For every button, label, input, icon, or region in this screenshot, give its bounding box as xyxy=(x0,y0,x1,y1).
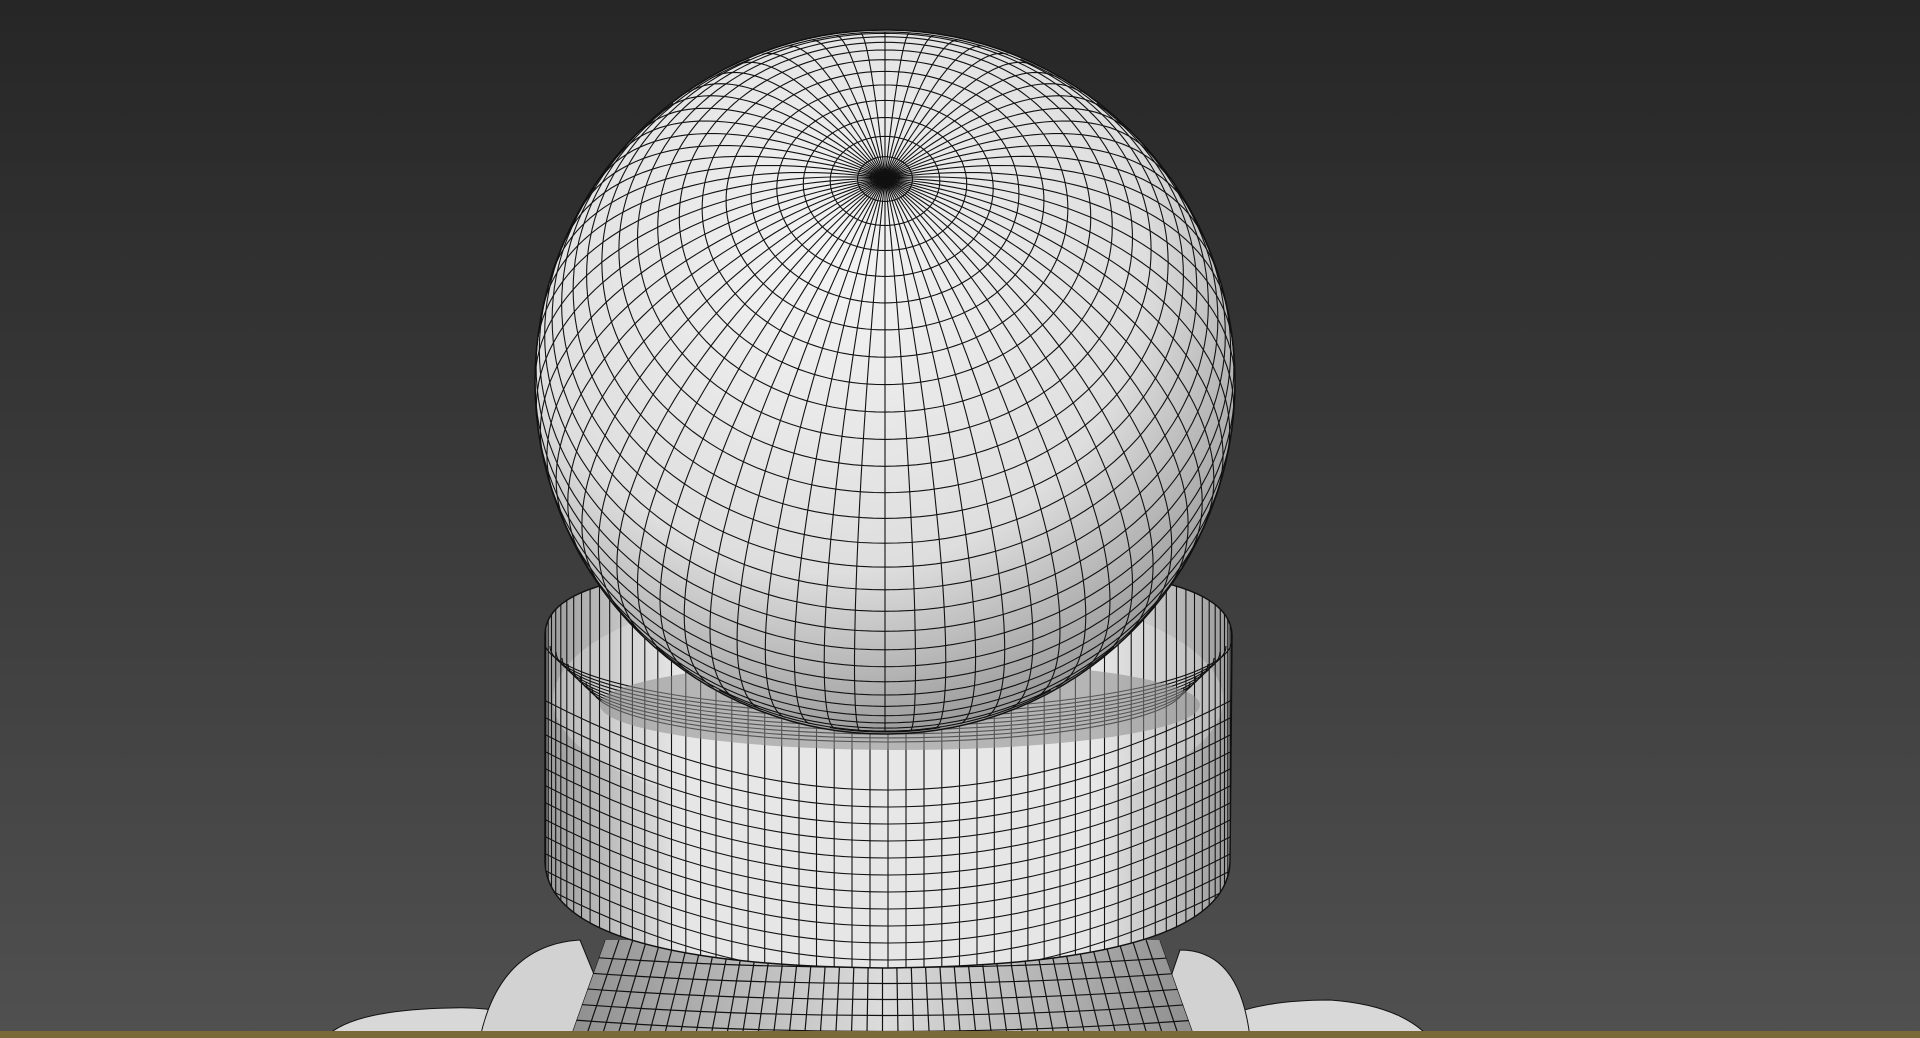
viewport-canvas[interactable] xyxy=(0,0,1920,1038)
mesh-sphere[interactable] xyxy=(534,29,1236,735)
viewport-active-border xyxy=(0,1031,1920,1038)
viewport-perspective[interactable] xyxy=(0,0,1920,1038)
